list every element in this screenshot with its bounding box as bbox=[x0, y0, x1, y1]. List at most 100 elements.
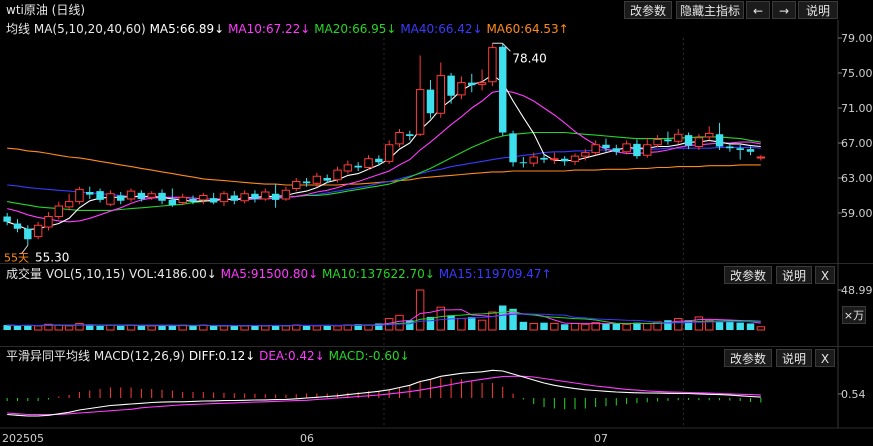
candle-body-down bbox=[468, 82, 476, 86]
volume-bar-down bbox=[602, 323, 610, 330]
candle-body-up bbox=[477, 82, 487, 85]
volume-bar-up bbox=[674, 318, 683, 331]
candle-body-up bbox=[581, 152, 590, 157]
candle-body-up bbox=[364, 158, 373, 168]
volume-bar-down bbox=[86, 325, 94, 330]
candle-body-down bbox=[633, 143, 641, 157]
candle-body-down bbox=[86, 192, 94, 195]
candle-body-up bbox=[75, 188, 84, 203]
candle-body-down bbox=[230, 195, 239, 201]
volume-legend: 成交量 VOL(5,10,15) VOL:4186.00↓ MA5:91500.… bbox=[6, 264, 552, 284]
volume-bar-up bbox=[395, 314, 404, 331]
candle-body-down bbox=[684, 135, 693, 146]
candle-body-up bbox=[674, 133, 683, 142]
volume-bar-down bbox=[96, 325, 104, 330]
price-tick-label: 79.00 bbox=[841, 32, 873, 45]
price-tick-label: 63.00 bbox=[841, 172, 873, 185]
next-arrow-button[interactable]: → bbox=[772, 1, 796, 19]
candle-body-down bbox=[117, 195, 125, 201]
volume-bar-up bbox=[591, 322, 600, 331]
vol-ma10-value: MA10:137622.70↓ bbox=[322, 267, 435, 281]
volume-bar-up bbox=[147, 325, 156, 331]
main-legend: 均线 MA(5,10,20,40,60) MA5:66.89↓ MA10:67.… bbox=[6, 19, 569, 39]
volume-bar-down bbox=[230, 325, 239, 330]
candle-body-down bbox=[137, 192, 146, 199]
macd-dea-line bbox=[7, 375, 761, 416]
volume-bar-down bbox=[302, 325, 311, 330]
volume-bar-up bbox=[550, 322, 559, 331]
volume-bar-up bbox=[312, 325, 322, 331]
macd-top-label: 0.54 bbox=[841, 388, 866, 401]
candle-body-up bbox=[178, 196, 187, 203]
volume-bar-up bbox=[199, 324, 208, 331]
volume-ma10-line bbox=[7, 310, 761, 327]
volume-bar-up bbox=[457, 318, 466, 331]
candle-body-down bbox=[209, 198, 218, 203]
volume-bar-up bbox=[581, 323, 590, 331]
macd-label: 平滑异同平均线 bbox=[6, 349, 91, 363]
candle-body-down bbox=[664, 139, 672, 142]
volume-bar-down bbox=[633, 322, 641, 330]
volume-bar-down bbox=[664, 320, 672, 330]
volume-bar-down bbox=[612, 323, 621, 330]
hide-main-indicator-button[interactable]: 隐藏主指标 bbox=[676, 1, 744, 19]
volume-bar-down bbox=[13, 325, 22, 330]
prev-arrow-button[interactable]: ← bbox=[746, 1, 770, 19]
volume-bar-up bbox=[529, 322, 538, 331]
volume-modify-button[interactable]: 改参数 bbox=[724, 266, 772, 284]
volume-bar-down bbox=[271, 325, 280, 330]
candle-body-up bbox=[106, 193, 115, 205]
volume-bar-up bbox=[240, 325, 249, 331]
volume-bar-up bbox=[384, 318, 394, 331]
macd-help-button[interactable]: 说明 bbox=[776, 349, 812, 367]
price-tick-label: 75.00 bbox=[841, 67, 873, 80]
ma40-line bbox=[7, 146, 761, 200]
candle-body-up bbox=[756, 156, 766, 159]
candle-body-down bbox=[540, 157, 548, 160]
macd-diff-value: DIFF:0.12↓ bbox=[188, 349, 256, 363]
candle-body-up bbox=[529, 156, 538, 164]
price-tick-label: 71.00 bbox=[841, 102, 873, 115]
volume-bar-up bbox=[436, 306, 446, 331]
volume-bar-down bbox=[158, 325, 166, 330]
volume-bar-up bbox=[281, 325, 291, 331]
macd-legend: 平滑异同平均线 MACD(12,26,9) DIFF:0.12↓ DEA:0.4… bbox=[6, 346, 410, 366]
candle-body-up bbox=[694, 137, 704, 147]
volume-bar-down bbox=[499, 305, 507, 330]
volume-bar-up bbox=[488, 311, 497, 331]
volume-bar-up bbox=[694, 316, 704, 331]
x-tick-label: 07 bbox=[594, 432, 608, 445]
volume-bar-up bbox=[622, 323, 631, 331]
volume-bar-up bbox=[343, 324, 353, 331]
macd-modify-button[interactable]: 改参数 bbox=[724, 349, 772, 367]
candle-body-down bbox=[746, 149, 755, 152]
macd-close-button[interactable]: X bbox=[815, 349, 835, 367]
candle-body-down bbox=[519, 162, 528, 164]
candle-body-down bbox=[375, 158, 383, 163]
candle-body-up bbox=[488, 47, 497, 83]
candle-body-down bbox=[726, 146, 734, 149]
volume-bar-down bbox=[509, 308, 517, 330]
volume-bar-down bbox=[746, 323, 755, 330]
volume-bar-down bbox=[406, 320, 414, 330]
volume-bar-down bbox=[375, 323, 383, 330]
volume-help-button[interactable]: 说明 bbox=[776, 266, 812, 284]
volume-bar-down bbox=[540, 322, 548, 330]
vol-value: VOL:4186.00↓ bbox=[128, 267, 217, 281]
volume-bar-up bbox=[756, 326, 766, 331]
modify-params-button[interactable]: 改参数 bbox=[624, 1, 672, 19]
candle-body-up bbox=[550, 158, 559, 161]
macd-macd-value: MACD:-0.60↓ bbox=[328, 349, 410, 363]
volume-bar-down bbox=[323, 325, 331, 330]
help-button[interactable]: 说明 bbox=[798, 1, 838, 19]
volume-bar-up bbox=[178, 324, 187, 331]
volume-ma5-line bbox=[7, 309, 761, 327]
ma10-value: MA10:67.22↓ bbox=[228, 22, 311, 36]
volume-bar-down bbox=[3, 325, 11, 330]
ma20-value: MA20:66.95↓ bbox=[314, 22, 397, 36]
vol-ma5-value: MA5:91500.80↓ bbox=[220, 267, 319, 281]
volume-close-button[interactable]: X bbox=[815, 266, 835, 284]
candle-body-down bbox=[715, 134, 724, 147]
vol-params: VOL(5,10,15) bbox=[45, 267, 126, 281]
ma5-value: MA5:66.89↓ bbox=[149, 22, 225, 36]
